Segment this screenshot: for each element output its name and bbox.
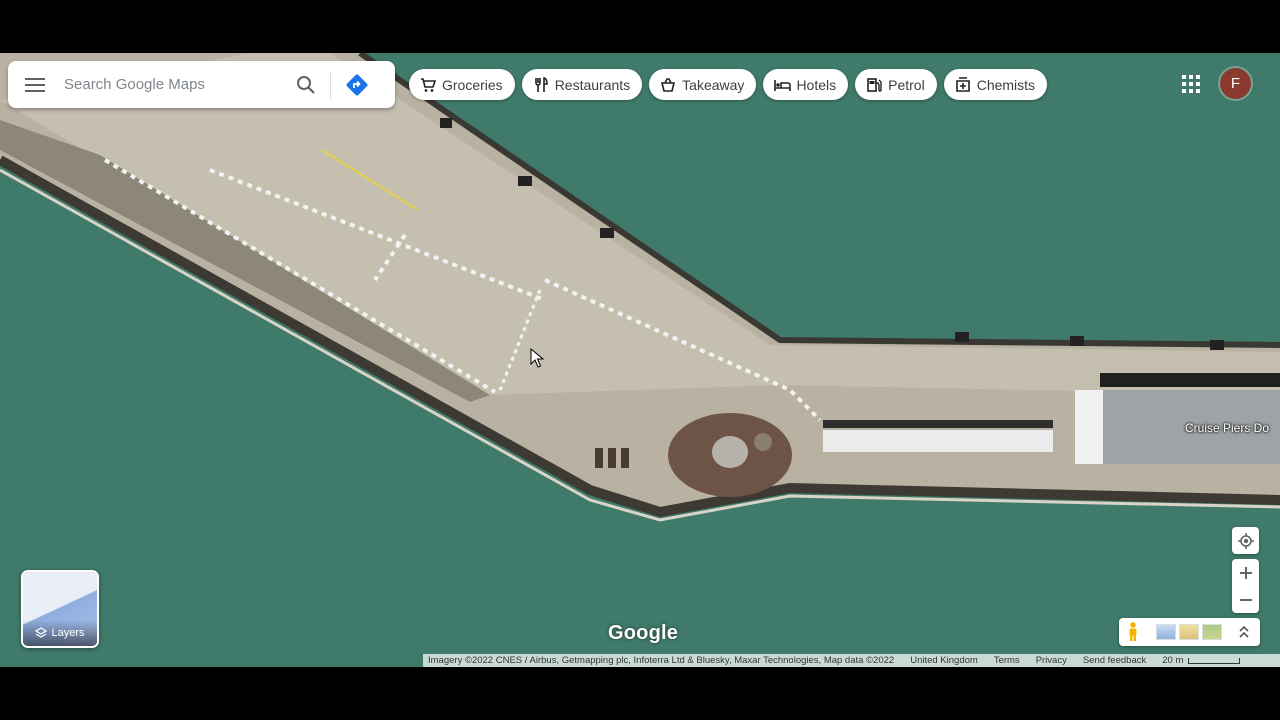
apps-grid-icon xyxy=(1182,75,1200,93)
satellite-map[interactable]: Cruise Piers Do xyxy=(0,53,1280,667)
chip-hotels[interactable]: Hotels xyxy=(763,69,849,100)
cutlery-icon xyxy=(532,76,550,94)
google-apps-button[interactable] xyxy=(1177,70,1205,98)
minus-icon xyxy=(1239,598,1252,601)
chip-restaurants[interactable]: Restaurants xyxy=(521,69,643,100)
cart-icon xyxy=(419,76,437,94)
fuel-icon xyxy=(865,76,883,94)
pegman-icon xyxy=(1129,622,1137,641)
layers-label: Layers xyxy=(51,627,85,639)
scale-label[interactable]: 20 m xyxy=(1162,655,1183,666)
chip-groceries[interactable]: Groceries xyxy=(409,69,515,100)
layers-label-row: Layers xyxy=(23,620,97,646)
mouse-cursor-icon xyxy=(530,348,544,368)
map-imagery xyxy=(0,53,1280,667)
send-feedback-link[interactable]: Send feedback xyxy=(1083,655,1146,666)
zoom-out-button[interactable] xyxy=(1232,586,1259,613)
chip-label: Groceries xyxy=(442,76,503,93)
layers-icon xyxy=(35,627,48,638)
search-button[interactable] xyxy=(286,61,326,108)
takeaway-icon xyxy=(659,76,677,94)
bed-icon xyxy=(773,76,791,94)
plus-icon xyxy=(1239,566,1252,579)
map-type-strip xyxy=(1119,618,1260,646)
scale-bar xyxy=(1188,657,1241,664)
map-footer: Imagery ©2022 CNES / Airbus, Getmapping … xyxy=(423,654,1280,667)
chip-label: Takeaway xyxy=(682,76,745,93)
pharmacy-icon xyxy=(954,76,972,94)
google-logo: Google xyxy=(608,622,679,644)
account-avatar[interactable]: F xyxy=(1220,68,1251,99)
chip-label: Chemists xyxy=(976,76,1036,93)
directions-icon xyxy=(346,74,368,95)
top-letterbox xyxy=(0,0,1280,53)
search-input[interactable] xyxy=(62,75,286,94)
layers-button[interactable]: Layers xyxy=(21,570,99,648)
chip-petrol[interactable]: Petrol xyxy=(855,69,937,100)
my-location-button[interactable] xyxy=(1232,527,1259,554)
zoom-in-button[interactable] xyxy=(1232,559,1259,586)
chip-label: Petrol xyxy=(888,76,925,93)
bottom-letterbox xyxy=(0,667,1280,720)
terms-link[interactable]: Terms xyxy=(994,655,1020,666)
traffic-thumbnail[interactable] xyxy=(1179,624,1199,640)
hamburger-icon xyxy=(25,77,45,92)
zoom-controls xyxy=(1232,559,1259,613)
chip-chemists[interactable]: Chemists xyxy=(943,69,1048,100)
category-chips: Groceries Restaurants Takeaway Hotels Pe… xyxy=(409,69,1048,100)
imagery-attribution: Imagery ©2022 CNES / Airbus, Getmapping … xyxy=(428,655,895,666)
pegman-button[interactable] xyxy=(1119,618,1147,646)
terrain-thumbnail[interactable] xyxy=(1156,624,1176,640)
directions-button[interactable] xyxy=(335,61,379,108)
privacy-link[interactable]: Privacy xyxy=(1036,655,1067,666)
satellite-thumbnail[interactable] xyxy=(1202,624,1222,640)
chip-takeaway[interactable]: Takeaway xyxy=(649,69,757,100)
double-chevron-up-icon xyxy=(1239,626,1249,638)
region-link[interactable]: United Kingdom xyxy=(910,655,978,666)
chip-label: Restaurants xyxy=(554,76,631,93)
search-divider xyxy=(330,70,331,99)
place-label[interactable]: Cruise Piers Do xyxy=(1185,421,1269,435)
expand-layers-button[interactable] xyxy=(1230,618,1258,646)
chip-label: Hotels xyxy=(796,76,837,93)
search-icon xyxy=(297,75,315,94)
my-location-icon xyxy=(1237,532,1254,549)
search-box xyxy=(8,61,395,108)
menu-button[interactable] xyxy=(8,61,62,108)
